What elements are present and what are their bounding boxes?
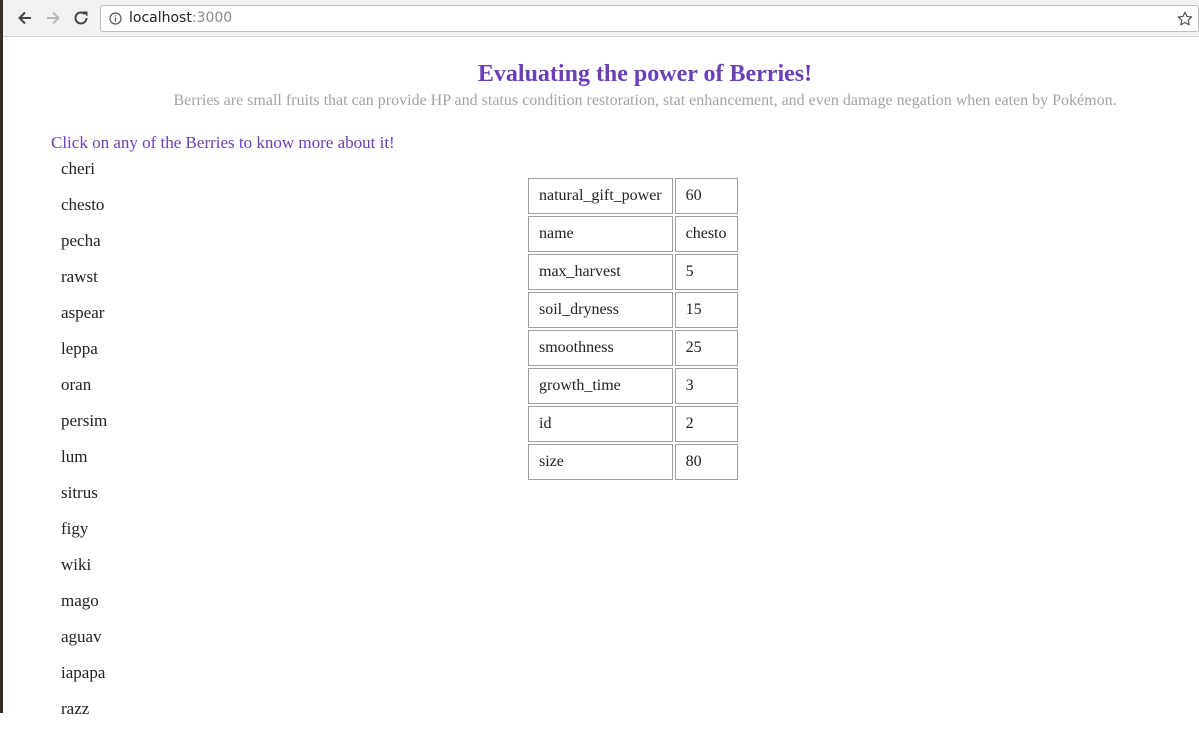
detail-key: id xyxy=(528,406,673,442)
url-port: :3000 xyxy=(191,10,233,26)
berry-item-oran[interactable]: oran xyxy=(61,371,107,407)
page-subtitle: Berries are small fruits that can provid… xyxy=(173,92,1117,109)
instruction-text: Click on any of the Berries to know more… xyxy=(51,133,395,152)
detail-value: 3 xyxy=(674,368,738,404)
arrow-left-icon xyxy=(18,11,31,25)
berry-item-mago[interactable]: mago xyxy=(61,587,107,623)
reload-icon xyxy=(74,11,88,25)
detail-value: chesto xyxy=(674,216,738,252)
berry-item-leppa[interactable]: leppa xyxy=(61,335,107,371)
address-bar[interactable]: localhost:3000 xyxy=(100,5,1199,32)
reload-button[interactable] xyxy=(69,6,93,30)
berry-item-iapapa[interactable]: iapapa xyxy=(61,659,107,695)
url-text: localhost:3000 xyxy=(129,10,232,26)
detail-key: growth_time xyxy=(528,368,673,404)
detail-key: size xyxy=(528,444,673,480)
berry-item-razz[interactable]: razz xyxy=(61,695,107,731)
berry-item-pecha[interactable]: pecha xyxy=(61,227,107,263)
table-row: soil_dryness 15 xyxy=(528,292,738,328)
detail-value: 25 xyxy=(674,330,738,366)
detail-value: 80 xyxy=(674,444,738,480)
detail-value: 60 xyxy=(674,178,738,214)
table-row: size 80 xyxy=(528,444,738,480)
berry-item-persim[interactable]: persim xyxy=(61,407,107,443)
table-row: natural_gift_power 60 xyxy=(528,178,738,214)
detail-value: 15 xyxy=(674,292,738,328)
berry-item-sitrus[interactable]: sitrus xyxy=(61,479,107,515)
detail-value: 5 xyxy=(674,254,738,290)
forward-button[interactable] xyxy=(41,6,65,30)
table-row: id 2 xyxy=(528,406,738,442)
table-row: smoothness 25 xyxy=(528,330,738,366)
table-row: growth_time 3 xyxy=(528,368,738,404)
detail-key: soil_dryness xyxy=(528,292,673,328)
detail-value: 2 xyxy=(674,406,738,442)
detail-key: max_harvest xyxy=(528,254,673,290)
detail-key: smoothness xyxy=(528,330,673,366)
arrow-right-icon xyxy=(47,11,60,25)
url-host: localhost xyxy=(129,10,192,26)
info-icon[interactable] xyxy=(109,12,122,25)
page-title: Evaluating the power of Berries! xyxy=(477,61,813,87)
berry-item-chesto[interactable]: chesto xyxy=(61,191,107,227)
berry-details-table: natural_gift_power 60 name chesto max_ha… xyxy=(526,176,740,482)
berry-item-figy[interactable]: figy xyxy=(61,515,107,551)
berry-item-rawst[interactable]: rawst xyxy=(61,263,107,299)
berry-item-aspear[interactable]: aspear xyxy=(61,299,107,335)
berry-item-lum[interactable]: lum xyxy=(61,443,107,479)
bookmark-star-icon[interactable] xyxy=(1176,10,1194,28)
berry-list: cheri chesto pecha rawst aspear leppa or… xyxy=(61,155,107,731)
berry-item-wiki[interactable]: wiki xyxy=(61,551,107,587)
berry-item-cheri[interactable]: cheri xyxy=(61,155,107,191)
table-row: max_harvest 5 xyxy=(528,254,738,290)
detail-key: name xyxy=(528,216,673,252)
detail-key: natural_gift_power xyxy=(528,178,673,214)
back-button[interactable] xyxy=(13,6,37,30)
table-row: name chesto xyxy=(528,216,738,252)
browser-toolbar: localhost:3000 xyxy=(3,0,1199,37)
berry-item-aguav[interactable]: aguav xyxy=(61,623,107,659)
